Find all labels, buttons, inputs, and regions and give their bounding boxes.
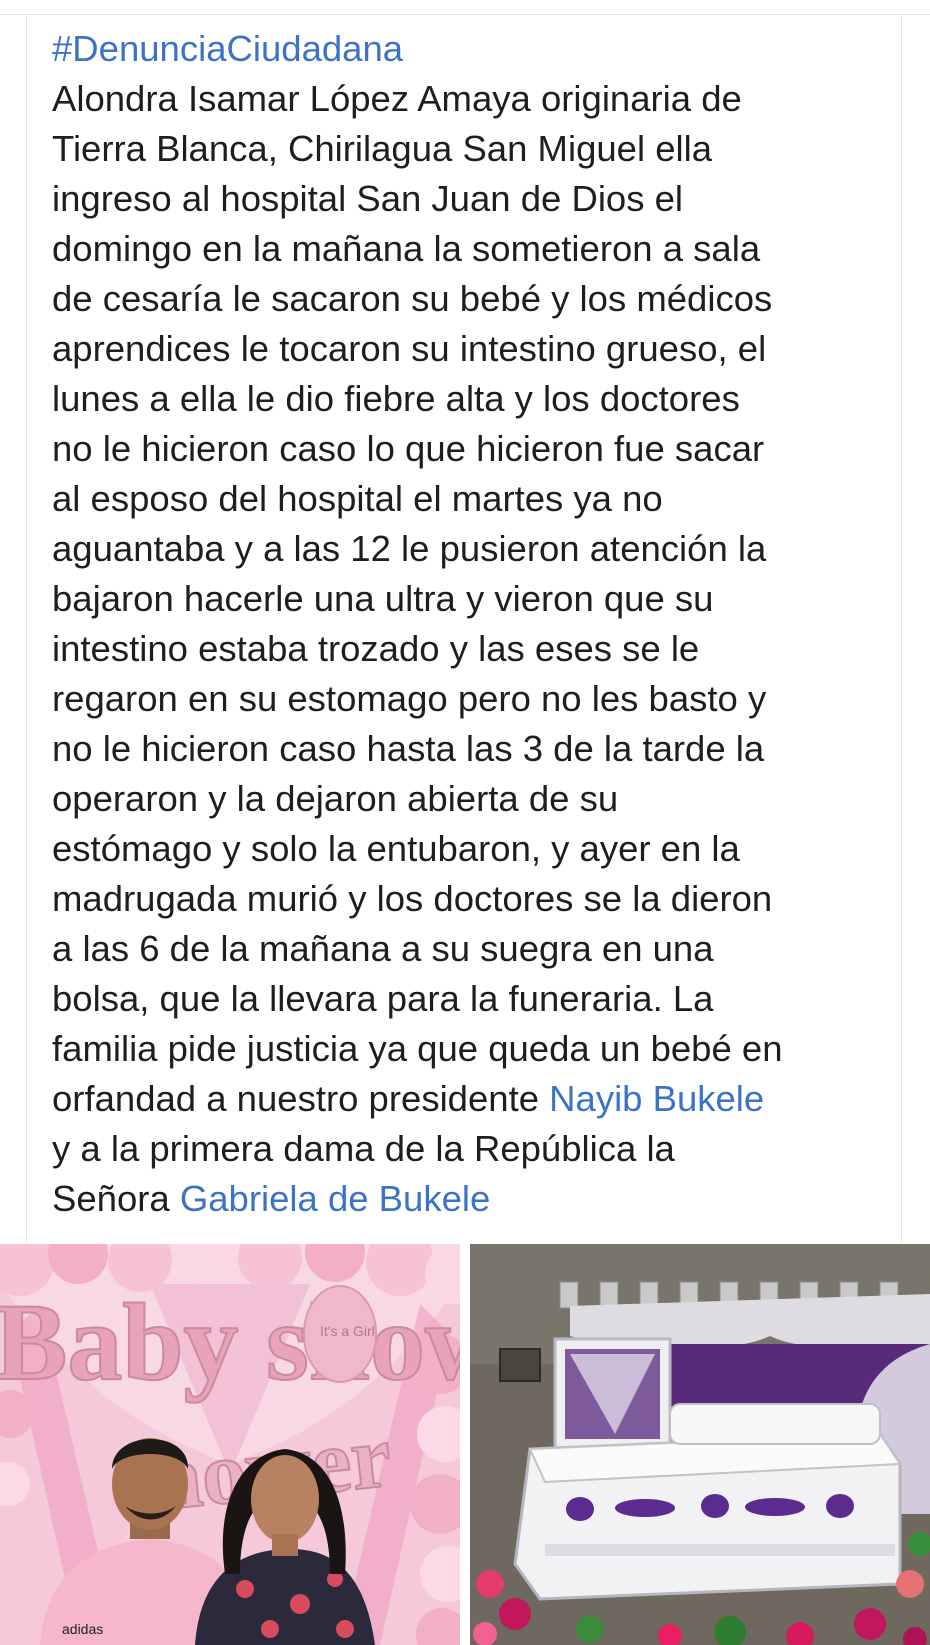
mention-link-gabriela-de-bukele[interactable]: Gabriela de Bukele xyxy=(180,1178,490,1219)
shirt-logo-text: adidas xyxy=(62,1621,103,1637)
foot-balloon-text: It's a Girl xyxy=(320,1323,375,1339)
casket-illustration xyxy=(470,1244,930,1645)
baby-shower-photo[interactable]: Baby shower shower It's a Girl adidas xyxy=(0,1244,460,1645)
baby-shower-illustration: Baby shower shower It's a Girl adidas xyxy=(0,1244,460,1645)
photo-grid: Baby shower shower It's a Girl adidas xyxy=(0,1244,930,1645)
balloon-letters-top: Baby shower xyxy=(0,1281,460,1403)
casket-photo[interactable] xyxy=(470,1244,930,1645)
post-text: #DenunciaCiudadana Alondra Isamar López … xyxy=(52,24,882,1224)
mention-link-nayib-bukele[interactable]: Nayib Bukele xyxy=(549,1078,764,1119)
post-body-part1: Alondra Isamar López Amaya originaria de… xyxy=(52,78,783,1119)
hashtag-link[interactable]: #DenunciaCiudadana xyxy=(52,28,403,69)
